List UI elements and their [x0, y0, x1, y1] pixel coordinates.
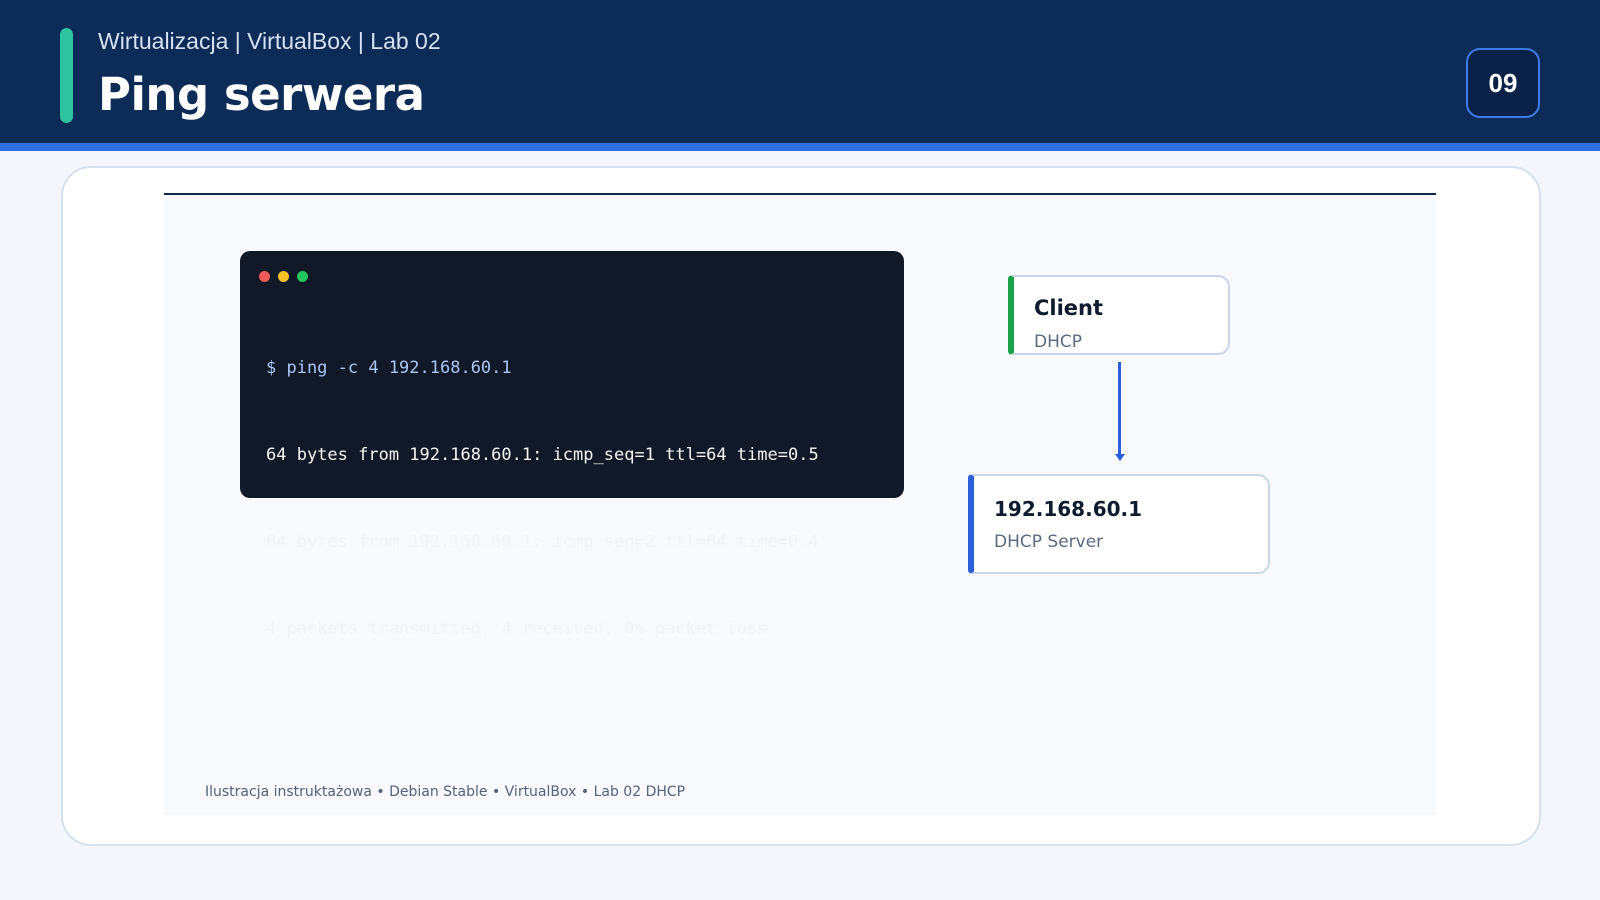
maximize-dot-icon	[297, 271, 308, 282]
terminal-output-line: 64 bytes from 192.168.60.1: icmp_seq=2 t…	[266, 532, 819, 552]
title-accent-bar	[60, 28, 73, 123]
server-node-subtitle: DHCP Server	[994, 532, 1104, 552]
terminal-window: $ ping -c 4 192.168.60.1 64 bytes from 1…	[240, 251, 904, 639]
client-node: Client DHCP	[1008, 275, 1230, 355]
terminal-output-line: 64 bytes from 192.168.60.1: icmp_seq=1 t…	[266, 445, 819, 465]
page-number-badge: 09	[1466, 48, 1540, 118]
minimize-dot-icon	[278, 271, 289, 282]
illustration-top-rule	[164, 193, 1436, 195]
terminal-output: $ ping -c 4 192.168.60.1 64 bytes from 1…	[266, 296, 819, 702]
client-node-subtitle: DHCP	[1034, 332, 1082, 352]
illustration-footer-note: Ilustracja instruktażowa • Debian Stable…	[205, 784, 686, 800]
arrow-down-icon	[1115, 454, 1125, 461]
terminal-command-line: $ ping -c 4 192.168.60.1	[266, 358, 512, 378]
slide-subtitle: Wirtualizacja | VirtualBox | Lab 02	[98, 28, 441, 54]
server-node-title: 192.168.60.1	[994, 497, 1143, 521]
slide-title: Ping serwera	[98, 68, 425, 121]
close-dot-icon	[259, 271, 270, 282]
terminal-output-line: 4 packets transmitted, 4 received, 0% pa…	[266, 619, 768, 639]
connector-line	[1118, 362, 1121, 457]
header-accent-stripe	[0, 143, 1600, 151]
client-node-title: Client	[1034, 296, 1104, 320]
server-node: 192.168.60.1 DHCP Server	[968, 474, 1270, 574]
